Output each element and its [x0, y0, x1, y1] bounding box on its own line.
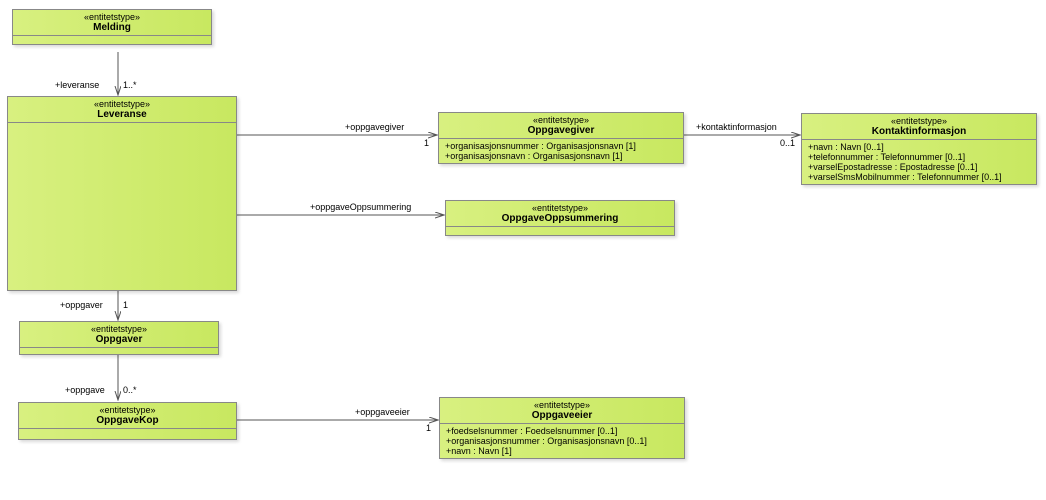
mult-oppgaver: 1	[123, 300, 128, 310]
attribute: +foedselsnummer : Foedselsnummer [0..1]	[446, 426, 678, 436]
attribute: +organisasjonsnummer : Organisasjonsnavn…	[445, 141, 677, 151]
mult-eier: 1	[426, 423, 431, 433]
stereotype: «entitetstype»	[26, 324, 212, 334]
entity-opsum[interactable]: «entitetstype»OppgaveOppsummering	[445, 200, 675, 236]
entity-oppgaver[interactable]: «entitetstype»Oppgaver	[19, 321, 219, 355]
entity-kontaktinfo[interactable]: «entitetstype»Kontaktinformasjon +navn :…	[801, 113, 1037, 185]
entity-oppgavegiver[interactable]: «entitetstype»Oppgavegiver +organisasjon…	[438, 112, 684, 164]
entity-name: Oppgavegiver	[445, 125, 677, 136]
role-opsum: +oppgaveOppsummering	[310, 202, 411, 212]
stereotype: «entitetstype»	[25, 405, 230, 415]
mult-oppgavegiver: 1	[424, 138, 429, 148]
entity-name: Oppgaveeier	[446, 410, 678, 421]
attribute: +varselEpostadresse : Epostadresse [0..1…	[808, 162, 1030, 172]
role-oppgave: +oppgave	[65, 385, 105, 395]
entity-name: Kontaktinformasjon	[808, 126, 1030, 137]
stereotype: «entitetstype»	[14, 99, 230, 109]
entity-name: OppgaveKop	[25, 415, 230, 426]
attribute: +navn : Navn [1]	[446, 446, 678, 456]
attribute: +navn : Navn [0..1]	[808, 142, 1030, 152]
attribute: +organisasjonsnavn : Organisasjonsnavn […	[445, 151, 677, 161]
attribute: +organisasjonsnummer : Organisasjonsnavn…	[446, 436, 678, 446]
mult-kontakt: 0..1	[780, 138, 795, 148]
entity-name: Melding	[19, 22, 205, 33]
entity-name: OppgaveOppsummering	[452, 213, 668, 224]
attribute: +telefonnummer : Telefonnummer [0..1]	[808, 152, 1030, 162]
role-oppgavegiver: +oppgavegiver	[345, 122, 404, 132]
uml-canvas: «entitetstype»Melding +leveranse 1..* «e…	[0, 0, 1046, 500]
entity-kop[interactable]: «entitetstype»OppgaveKop	[18, 402, 237, 440]
role-kontakt: +kontaktinformasjon	[696, 122, 777, 132]
mult-oppgave: 0..*	[123, 385, 137, 395]
entity-leveranse[interactable]: «entitetstype»Leveranse	[7, 96, 237, 291]
stereotype: «entitetstype»	[446, 400, 678, 410]
role-oppgaver: +oppgaver	[60, 300, 103, 310]
entity-melding[interactable]: «entitetstype»Melding	[12, 9, 212, 45]
mult-leveranse: 1..*	[123, 80, 137, 90]
role-leveranse: +leveranse	[55, 80, 99, 90]
stereotype: «entitetstype»	[19, 12, 205, 22]
role-eier: +oppgaveeier	[355, 407, 410, 417]
entity-eier[interactable]: «entitetstype»Oppgaveeier +foedselsnumme…	[439, 397, 685, 459]
attribute: +varselSmsMobilnummer : Telefonnummer [0…	[808, 172, 1030, 182]
stereotype: «entitetstype»	[445, 115, 677, 125]
entity-name: Oppgaver	[26, 334, 212, 345]
stereotype: «entitetstype»	[808, 116, 1030, 126]
stereotype: «entitetstype»	[452, 203, 668, 213]
entity-name: Leveranse	[14, 109, 230, 120]
